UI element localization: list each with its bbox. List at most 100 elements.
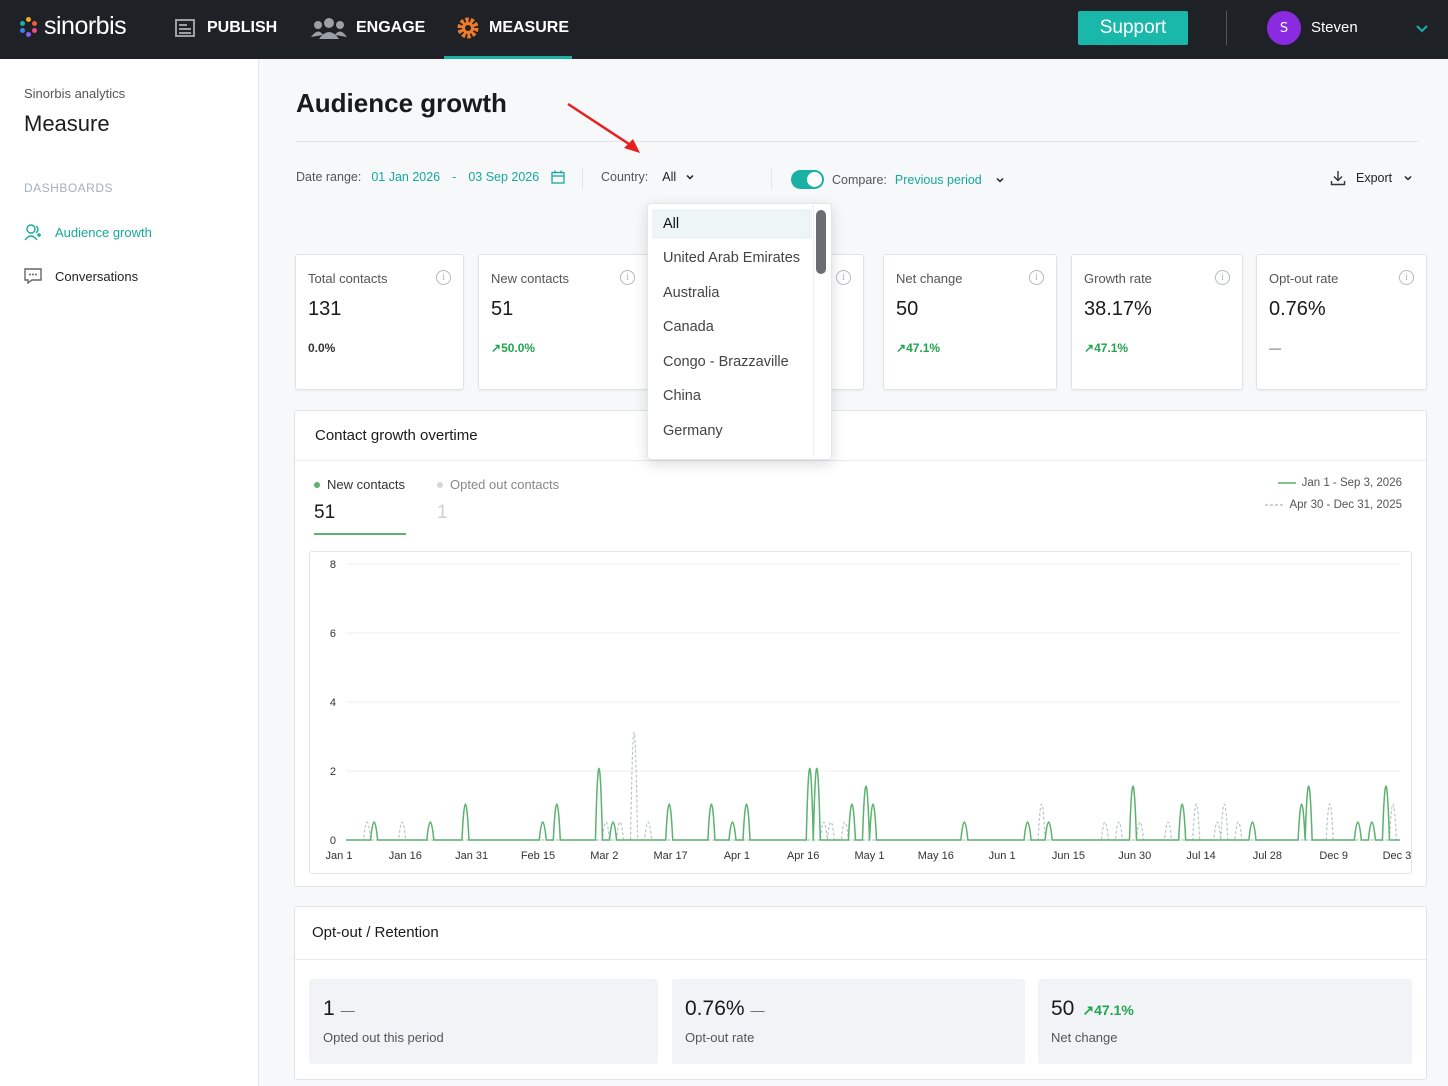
trend-up-icon: ↗	[1084, 341, 1095, 355]
retention-suffix: —	[340, 1002, 355, 1018]
country-option[interactable]: Congo - Brazzaville	[652, 347, 812, 377]
nav-publish[interactable]: PUBLISH	[174, 16, 277, 40]
avatar[interactable]: S	[1267, 11, 1301, 45]
compare-filter[interactable]: Compare: Previous period	[791, 170, 1006, 189]
legend-label: Apr 30 - Dec 31, 2025	[1289, 499, 1402, 511]
country-label: Country:	[601, 170, 649, 184]
nav-engage-label: ENGAGE	[356, 19, 426, 36]
retention-box-opted-out: 1— Opted out this period	[309, 979, 658, 1064]
kpi-value: 0.76%	[1269, 298, 1326, 320]
nav-engage[interactable]: ENGAGE	[311, 16, 425, 40]
info-icon[interactable]: i	[620, 270, 635, 285]
kpi-delta-wrap: ↗47.1%	[1084, 341, 1128, 355]
calendar-icon[interactable]	[551, 170, 565, 184]
sidebar-section-label: DASHBOARDS	[24, 181, 114, 195]
info-icon[interactable]: i	[1399, 270, 1414, 285]
country-option[interactable]: China	[652, 381, 812, 411]
country-value[interactable]: All	[662, 170, 676, 184]
tab-active-indicator	[314, 533, 406, 535]
retention-value: 1	[323, 997, 335, 1020]
country-filter[interactable]: Country: All	[601, 170, 696, 184]
trend-up-icon: ↗	[1082, 1002, 1095, 1018]
x-tick-label: Jun 30	[1118, 850, 1151, 862]
country-option[interactable]: Germany	[652, 416, 812, 446]
sidebar-title: Measure	[24, 111, 110, 136]
kpi-title: Growth rate	[1084, 271, 1152, 286]
info-icon[interactable]: i	[836, 270, 851, 285]
kpi-title: New contacts	[491, 271, 570, 286]
kpi-card-opt-out-rate: Opt-out rate i 0.76% —	[1256, 254, 1427, 390]
retention-label: Opt-out rate	[685, 1030, 755, 1045]
compare-value[interactable]: Previous period	[895, 173, 982, 187]
sidebar: Sinorbis analytics Measure DASHBOARDS Au…	[0, 59, 259, 1086]
tab-value: 51	[314, 502, 336, 523]
export-button[interactable]: Export	[1330, 170, 1414, 186]
country-option[interactable]: Australia	[652, 278, 812, 308]
tab-value: 1	[437, 502, 448, 523]
trend-up-icon: ↗	[896, 341, 907, 355]
date-separator: -	[452, 170, 457, 184]
download-icon	[1330, 171, 1346, 186]
publish-icon	[175, 19, 195, 37]
sidebar-item-audience-growth[interactable]: Audience growth	[24, 223, 152, 241]
date-from[interactable]: 01 Jan 2026	[371, 170, 440, 184]
compare-toggle[interactable]	[791, 170, 824, 189]
x-tick-label: Jan 31	[455, 850, 488, 862]
country-option[interactable]: Canada	[652, 312, 812, 342]
chevron-down-icon[interactable]	[684, 171, 696, 183]
legend-item-current: Jan 1 - Sep 3, 2026	[1265, 477, 1402, 489]
x-tick-label: Mar 2	[590, 850, 618, 862]
x-tick-label: Apr 16	[787, 850, 819, 862]
people-icon	[311, 18, 347, 39]
chevron-down-icon[interactable]	[994, 174, 1006, 186]
kpi-delta-wrap: ↗50.0%	[491, 341, 535, 355]
filter-divider	[771, 168, 772, 190]
chevron-down-icon	[1404, 175, 1412, 181]
country-option[interactable]: All	[652, 209, 812, 239]
nav-measure[interactable]: MEASURE	[456, 16, 569, 40]
tab-label: New contacts	[327, 477, 406, 492]
user-name[interactable]: Steven	[1311, 19, 1358, 36]
x-tick-label: Dec 31	[1383, 850, 1411, 862]
panel-divider	[295, 959, 1426, 960]
topbar-divider	[1226, 11, 1227, 45]
tab-new-contacts[interactable]: New contacts 51	[314, 477, 406, 537]
y-tick-label: 4	[330, 697, 336, 709]
x-tick-label: Jan 16	[389, 850, 422, 862]
kpi-value: 131	[308, 298, 342, 320]
date-to[interactable]: 03 Sep 2026	[468, 170, 539, 184]
x-tick-label: Jul 28	[1253, 850, 1282, 862]
kpi-card-new-contacts: New contacts i 51 ↗50.0%	[478, 254, 648, 390]
panel-title: Opt-out / Retention	[312, 924, 439, 941]
country-option[interactable]: United Arab Emirates	[652, 243, 812, 273]
country-dropdown-menu: All United Arab Emirates Australia Canad…	[647, 203, 832, 460]
kpi-card-total-contacts: Total contacts i 131 0.0%	[295, 254, 464, 390]
sidebar-item-conversations[interactable]: Conversations	[24, 267, 138, 285]
x-tick-label: Jun 1	[989, 850, 1016, 862]
series-dot	[314, 481, 320, 488]
date-range-filter[interactable]: Date range: 01 Jan 2026 - 03 Sep 2026	[296, 170, 565, 184]
brand-logo[interactable]: sinorbis	[18, 12, 127, 41]
kpi-card-net-change: Net change i 50 ↗47.1%	[883, 254, 1057, 390]
nav-publish-label: PUBLISH	[207, 19, 278, 36]
kpi-value: 51	[491, 298, 514, 320]
x-tick-label: Mar 17	[653, 850, 687, 862]
dropdown-scrollbar[interactable]	[816, 210, 826, 274]
retention-value: 0.76%	[685, 997, 745, 1020]
retention-suffix: —	[750, 1002, 765, 1018]
title-divider	[296, 141, 1419, 142]
kpi-delta: 50.0%	[501, 341, 536, 355]
x-tick-label: May 1	[855, 850, 885, 862]
y-tick-label: 6	[330, 628, 336, 640]
info-icon[interactable]: i	[1215, 270, 1230, 285]
support-button[interactable]: Support	[1078, 11, 1188, 45]
chat-icon	[24, 268, 42, 285]
red-arrow-annotation	[567, 102, 640, 153]
tab-opted-out-contacts[interactable]: Opted out contacts 1	[437, 477, 577, 537]
kpi-value: 38.17%	[1084, 298, 1152, 320]
info-icon[interactable]: i	[436, 270, 451, 285]
legend-item-previous: Apr 30 - Dec 31, 2025	[1265, 499, 1402, 511]
chevron-down-icon[interactable]	[1414, 20, 1430, 36]
chart-legend: Jan 1 - Sep 3, 2026 Apr 30 - Dec 31, 202…	[1265, 477, 1402, 511]
info-icon[interactable]: i	[1029, 270, 1044, 285]
